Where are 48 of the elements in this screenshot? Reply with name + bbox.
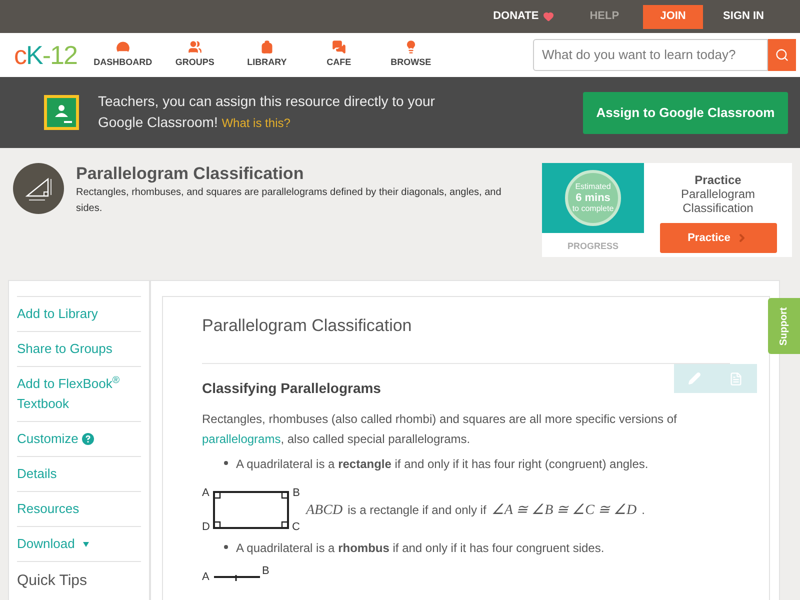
nav-item[interactable]: CAFE — [302, 40, 375, 70]
sidebar-link[interactable]: Resources — [17, 499, 141, 519]
join-button[interactable]: JOIN — [643, 4, 704, 28]
search-field[interactable]: What do you want to learn today? — [533, 39, 768, 71]
content-title: Parallelogram Classification — [202, 315, 413, 337]
rectangle-rule: A quadrilateral is a rectangle if and only if it has four right (congruent) angles. — [236, 456, 648, 473]
triangle-ruler-icon — [13, 163, 64, 214]
heart-icon — [542, 11, 554, 22]
sidebar-link[interactable]: Share to Groups — [17, 339, 141, 359]
sign-in-link[interactable]: SIGN IN — [703, 8, 784, 25]
estimate-badge: Estimated 6 mins to complete — [565, 170, 621, 226]
nav-item[interactable]: GROUPS — [158, 40, 231, 70]
help-icon[interactable] — [82, 433, 94, 445]
intro-paragraph: Rectangles, rhombuses (also called rhombi) and squares are all more specific versions of parallelograms, also called special parallelograms. — [202, 411, 678, 448]
page-title: Parallelogram Classification — [76, 163, 305, 185]
parallelograms-link[interactable]: parallelograms — [202, 432, 281, 446]
sidebar-link[interactable]: Details — [17, 464, 141, 484]
sidebar-link[interactable]: Add to FlexBook$^{®}$ Textbook — [17, 374, 141, 414]
section-heading: Classifying Parallelograms — [202, 379, 381, 398]
rhombus-rule: A quadrilateral is a rhombus if and only if it has four congruent sides. — [236, 540, 604, 557]
nav-item[interactable]: LIBRARY — [230, 40, 303, 70]
download-menu[interactable]: Download — [17, 534, 89, 554]
search-button[interactable] — [768, 39, 796, 71]
chat-icon — [332, 40, 346, 54]
search-icon — [775, 48, 789, 62]
assign-button[interactable]: Assign to Google Classroom — [583, 92, 788, 134]
donate-link[interactable]: DONATE — [481, 8, 566, 25]
sidebar-link[interactable]: Customize — [17, 429, 78, 449]
logo[interactable]: cK-12 — [14, 42, 77, 68]
bullet-icon — [224, 461, 228, 465]
page-description: Rectangles, rhombuses, and squares are parallelograms defined by their diagonals, angles, and sides. — [76, 186, 502, 216]
backpack-icon — [260, 40, 274, 54]
practice-title: Practice Parallelogram Classification — [680, 173, 756, 215]
bullet-icon — [224, 545, 228, 549]
help-link[interactable]: HELP — [566, 8, 644, 25]
banner-text: Teachers, you can assign this resource directly to your Google Classroom! What is this? — [98, 92, 436, 132]
nav-item[interactable]: BROWSE — [374, 40, 447, 70]
rectangle-condition: ABCD is a rectangle if and only if ∠A ≅ ∠B ≅ ∠C ≅ ∠D . — [306, 502, 645, 520]
nav-item[interactable]: DASHBOARD — [86, 40, 159, 70]
quick-tips-heading: Quick Tips — [17, 572, 88, 589]
caret-icon — [82, 542, 89, 546]
progress-label: PROGRESS — [566, 240, 620, 253]
people-icon — [188, 40, 202, 54]
what-is-this-link[interactable]: What is this? — [222, 116, 290, 130]
classroom-icon — [44, 95, 79, 130]
practice-button[interactable]: Practice — [660, 223, 776, 253]
sidebar-link[interactable]: Add to Library — [17, 304, 141, 324]
support-tab[interactable]: Support — [768, 298, 800, 354]
